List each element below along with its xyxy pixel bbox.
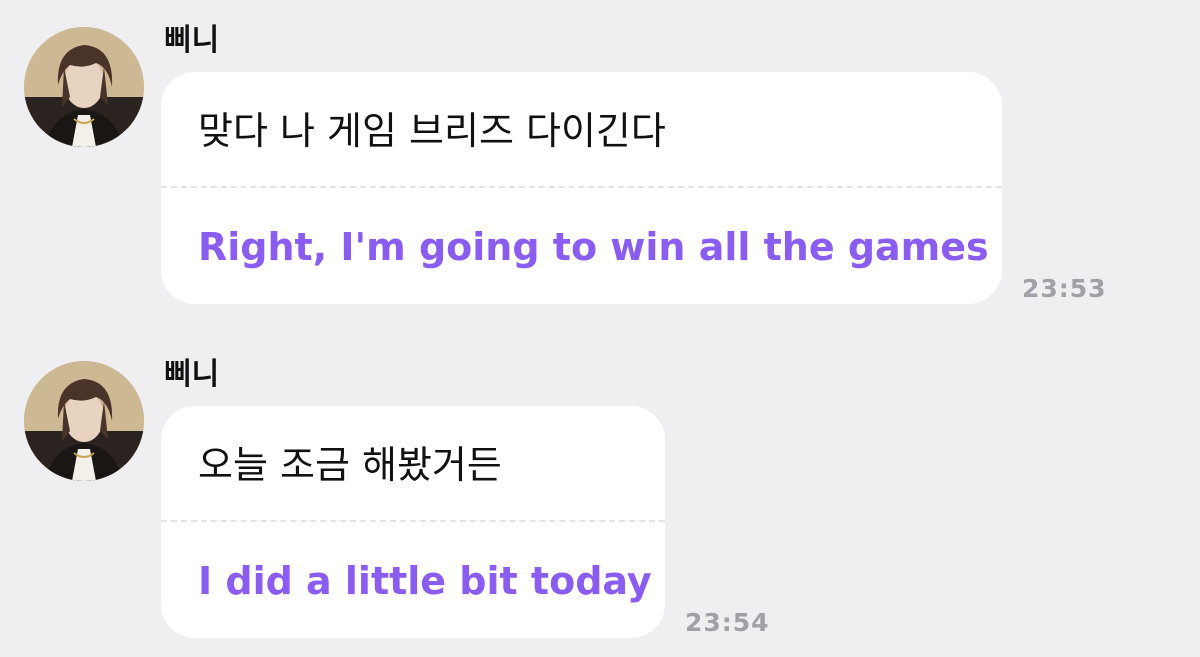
sender-name: 삐니 xyxy=(164,357,220,392)
message-timestamp: 23:54 xyxy=(685,608,770,637)
translated-message-text: I did a little bit today xyxy=(198,559,652,603)
avatar-photo-icon xyxy=(24,361,144,481)
original-message-text: 오늘 조금 해봤거든 xyxy=(198,443,502,487)
message-bubble[interactable]: 오늘 조금 해봤거든 I did a little bit today xyxy=(161,406,665,638)
translation-divider xyxy=(161,520,665,522)
avatar[interactable] xyxy=(24,361,144,481)
message-group: 삐니 오늘 조금 해봤거든 I did a little bit today 2… xyxy=(0,0,1200,657)
